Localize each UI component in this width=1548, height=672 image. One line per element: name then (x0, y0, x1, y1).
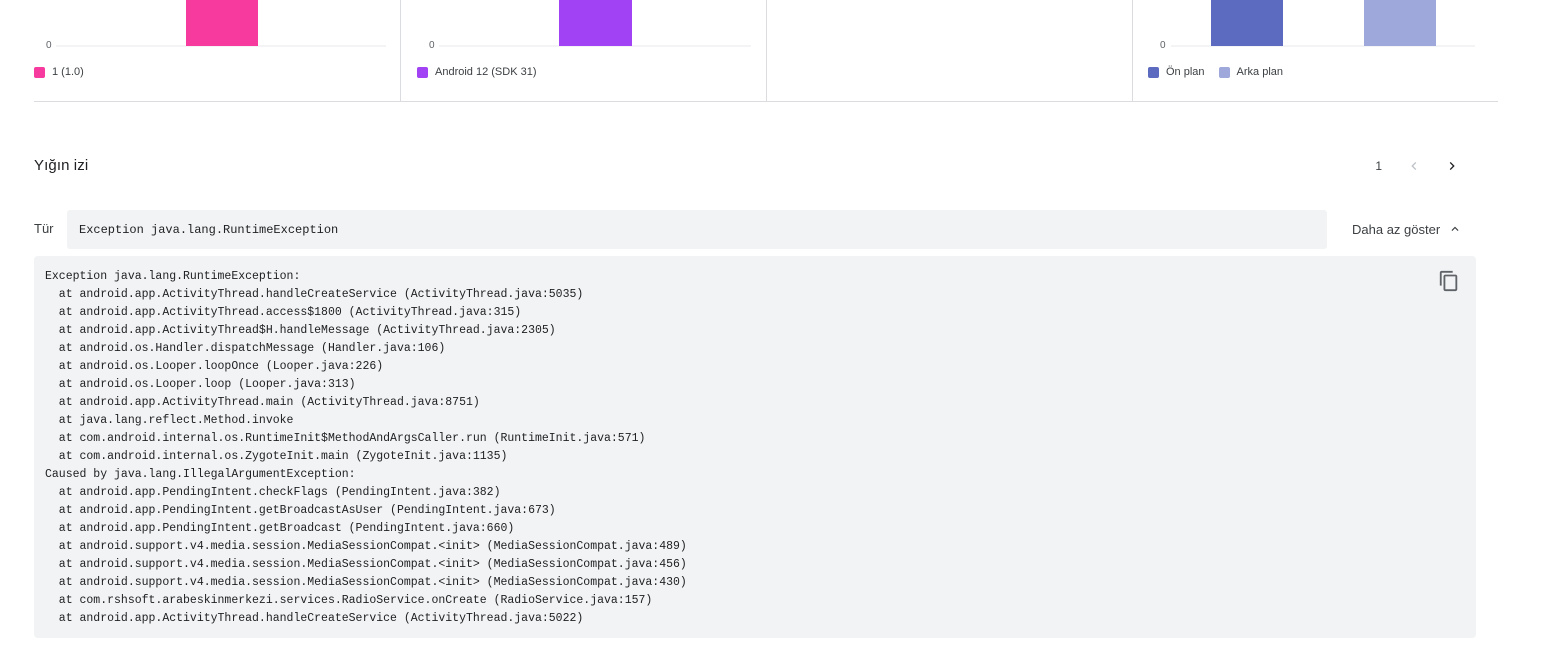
chevron-up-icon (1451, 226, 1459, 231)
chart-state-axis-zero: 0 (1160, 40, 1166, 51)
legend-swatch (1148, 66, 1159, 78)
stack-trace-text: Exception java.lang.RuntimeException: at… (45, 270, 687, 625)
chart-os-legend: Android 12 (SDK 31) (417, 65, 537, 79)
legend-swatch (34, 66, 45, 78)
show-less-button[interactable]: Daha az göster (1352, 218, 1462, 240)
chart-os-svg (439, 0, 751, 47)
trace-pager: 1 (1375, 152, 1466, 180)
chart-state-legend: Ön plan Arka plan (1148, 65, 1283, 79)
page-number: 1 (1375, 159, 1382, 173)
exception-type-value: Exception java.lang.RuntimeException (67, 210, 1327, 249)
chart-panel-os: 0 Android 12 (SDK 31) (401, 0, 767, 101)
chart-version-axis-zero: 0 (46, 40, 52, 51)
section-title: Yığın izi (34, 157, 89, 174)
chart-version-bar (186, 0, 258, 46)
distribution-charts: 0 1 (1.0) 0 Android 12 (SDK 31) 0 Ön pla… (34, 0, 1498, 102)
chevron-right-icon (1449, 162, 1455, 170)
chart-os-axis-zero: 0 (429, 40, 435, 51)
chart-state-bar-background (1364, 0, 1436, 46)
chart-version-svg (56, 0, 386, 47)
legend-label: Arka plan (1236, 66, 1284, 78)
chevron-left-icon (1411, 162, 1417, 170)
chart-panel-version: 0 1 (1.0) (34, 0, 401, 101)
show-less-label: Daha az göster (1352, 221, 1441, 237)
legend-item[interactable]: Ön plan (1148, 66, 1205, 78)
legend-item[interactable]: Android 12 (SDK 31) (417, 66, 537, 78)
chart-version-legend: 1 (1.0) (34, 65, 84, 79)
legend-item[interactable]: Arka plan (1218, 66, 1284, 78)
stack-trace-box: Exception java.lang.RuntimeException: at… (34, 256, 1476, 638)
chart-os-bar (559, 0, 632, 46)
legend-label: Android 12 (SDK 31) (435, 66, 537, 78)
next-page-button[interactable] (1438, 152, 1466, 180)
legend-swatch (417, 66, 428, 78)
chart-panel-empty (767, 0, 1133, 101)
copy-icon (1439, 270, 1458, 292)
legend-label: Ön plan (1166, 66, 1205, 78)
legend-label: 1 (1.0) (52, 66, 84, 78)
type-label: Tür (34, 221, 54, 236)
legend-item[interactable]: 1 (1.0) (34, 66, 84, 78)
chart-state-bar-foreground (1211, 0, 1283, 46)
chart-state-svg (1171, 0, 1475, 47)
legend-swatch (1218, 66, 1230, 78)
chart-panel-state: 0 Ön plan Arka plan (1133, 0, 1498, 101)
copy-button[interactable] (1436, 268, 1462, 294)
prev-page-button[interactable] (1400, 152, 1428, 180)
